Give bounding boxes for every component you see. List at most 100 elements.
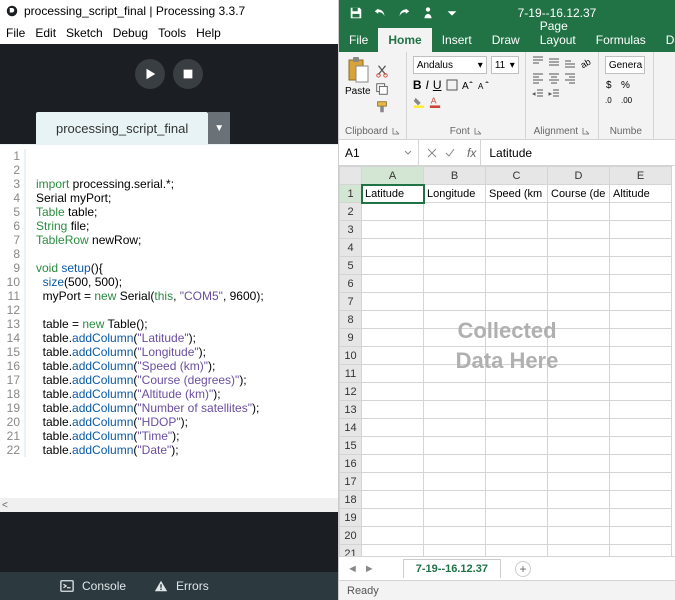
cell[interactable] [362,275,424,293]
decrease-font-icon[interactable]: A [478,79,490,91]
row-header[interactable]: 3 [340,221,362,239]
menu-debug[interactable]: Debug [113,26,148,40]
col-header-D[interactable]: D [548,167,610,185]
cell[interactable] [610,239,672,257]
stop-button[interactable] [173,59,203,89]
cell[interactable] [424,509,486,527]
cell[interactable] [424,329,486,347]
row-header[interactable]: 15 [340,437,362,455]
font-name-select[interactable]: Andalus ▾ [413,56,487,74]
cell[interactable]: Course (de [548,185,610,203]
touch-mode-icon[interactable] [421,6,435,20]
col-header-B[interactable]: B [424,167,486,185]
cell[interactable]: Longitude [424,185,486,203]
cell[interactable] [424,311,486,329]
row-header[interactable]: 1 [340,185,362,203]
cell[interactable] [486,329,548,347]
cell[interactable] [548,509,610,527]
align-top-icon[interactable] [532,56,544,68]
cell[interactable] [362,347,424,365]
align-bottom-icon[interactable] [564,56,576,68]
cell[interactable] [610,509,672,527]
font-color-button[interactable]: A [429,96,441,108]
cell[interactable] [610,473,672,491]
undo-icon[interactable] [373,6,387,20]
row-header[interactable]: 19 [340,509,362,527]
menu-help[interactable]: Help [196,26,221,40]
align-right-icon[interactable] [564,72,576,84]
row-header[interactable]: 7 [340,293,362,311]
decrease-decimal-icon[interactable]: .00 [621,94,633,106]
cell[interactable] [424,419,486,437]
cell[interactable] [610,221,672,239]
row-header[interactable]: 2 [340,203,362,221]
cell[interactable] [424,383,486,401]
cell[interactable] [362,203,424,221]
cell[interactable] [486,293,548,311]
cell[interactable] [610,455,672,473]
align-center-icon[interactable] [548,72,560,84]
italic-button[interactable]: I [425,78,428,92]
cell[interactable] [548,473,610,491]
cell[interactable] [362,491,424,509]
cell[interactable] [362,383,424,401]
cell[interactable] [548,491,610,509]
cell[interactable] [610,257,672,275]
cell[interactable] [486,419,548,437]
col-header-E[interactable]: E [610,167,672,185]
run-button[interactable] [135,59,165,89]
cell[interactable] [486,455,548,473]
cancel-icon[interactable] [427,148,437,158]
dialog-launcher-icon[interactable] [582,127,590,135]
cell[interactable] [362,221,424,239]
cell[interactable] [424,437,486,455]
orientation-icon[interactable]: ab [580,56,592,68]
cell[interactable] [362,437,424,455]
ribbon-tab-file[interactable]: File [339,28,378,52]
cell[interactable] [424,401,486,419]
increase-indent-icon[interactable] [548,88,560,100]
cell[interactable] [610,329,672,347]
cell[interactable] [548,221,610,239]
enter-icon[interactable] [445,148,455,158]
cell[interactable] [486,401,548,419]
horizontal-scrollbar[interactable]: < [0,498,338,512]
select-all-corner[interactable] [340,167,362,185]
increase-decimal-icon[interactable]: .0 [605,94,617,106]
cell[interactable] [610,365,672,383]
ribbon-tab-dat[interactable]: Dat [656,28,675,52]
cell[interactable] [362,455,424,473]
cell[interactable] [548,239,610,257]
cell[interactable] [362,257,424,275]
row-header[interactable]: 8 [340,311,362,329]
sketch-tab-active[interactable]: processing_script_final [36,112,208,144]
cell[interactable] [424,221,486,239]
bold-button[interactable]: B [413,78,422,92]
border-button[interactable] [446,79,458,91]
sheet-tab[interactable]: 7-19--16.12.37 [403,559,501,578]
cell[interactable] [424,527,486,545]
cell[interactable] [424,347,486,365]
cell[interactable] [610,437,672,455]
code-area[interactable]: import processing.serial.*;Serial myPort… [32,145,338,498]
name-box[interactable]: A1 [339,140,419,165]
row-header[interactable]: 21 [340,545,362,557]
cell[interactable] [486,383,548,401]
cell[interactable] [610,491,672,509]
fill-color-button[interactable] [413,96,425,108]
cell[interactable] [548,203,610,221]
font-size-select[interactable]: 11 ▾ [491,56,519,74]
cell[interactable] [486,437,548,455]
cell[interactable] [486,221,548,239]
row-header[interactable]: 6 [340,275,362,293]
ribbon-tab-insert[interactable]: Insert [432,28,482,52]
row-header[interactable]: 12 [340,383,362,401]
cell[interactable] [610,527,672,545]
row-header[interactable]: 4 [340,239,362,257]
align-left-icon[interactable] [532,72,544,84]
menu-edit[interactable]: Edit [35,26,56,40]
cell[interactable] [362,401,424,419]
cell[interactable] [610,401,672,419]
cell[interactable] [486,545,548,557]
cell[interactable] [610,311,672,329]
